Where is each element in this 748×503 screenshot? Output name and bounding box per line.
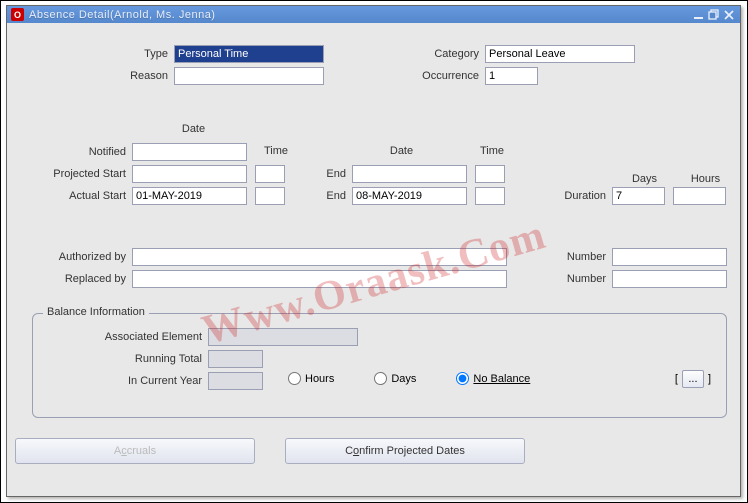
auth-number-field[interactable]: [612, 248, 727, 266]
in-current-year-label: In Current Year: [33, 375, 208, 387]
projected-start-label: Projected Start: [7, 168, 132, 180]
actual-start-label: Actual Start: [7, 190, 132, 202]
category-label: Category: [395, 48, 485, 60]
projected-end-time-field[interactable]: [475, 165, 505, 183]
reason-field[interactable]: [174, 67, 324, 85]
balance-group: Balance Information Associated Element R…: [32, 313, 727, 418]
projected-end-date-field[interactable]: [352, 165, 467, 183]
hours-col-header: Hours: [679, 173, 732, 185]
actual-start-date-field[interactable]: [132, 187, 247, 205]
content-area: Type Category Reason Occurrence Date Tim…: [7, 23, 740, 496]
oracle-icon: O: [11, 8, 24, 21]
actual-end-label: End: [317, 190, 352, 202]
running-total-label: Running Total: [33, 353, 208, 365]
date-col-header-2: Date: [360, 145, 443, 157]
projected-start-date-field[interactable]: [132, 165, 247, 183]
running-total-field[interactable]: [208, 350, 263, 368]
titlebar: O Absence Detail(Arnold, Ms. Jenna): [7, 6, 740, 23]
actual-end-time-field[interactable]: [475, 187, 505, 205]
time-col-header-1: Time: [256, 145, 296, 157]
no-balance-radio[interactable]: No Balance: [456, 372, 530, 385]
authorized-by-label: Authorized by: [7, 251, 132, 263]
no-balance-radio-label: No Balance: [473, 373, 530, 385]
accruals-button[interactable]: Accruals: [15, 438, 255, 464]
type-field[interactable]: [174, 45, 324, 63]
reason-label: Reason: [7, 70, 174, 82]
associated-element-label: Associated Element: [33, 331, 208, 343]
time-col-header-2: Time: [472, 145, 512, 157]
date-col-header-1: Date: [152, 123, 235, 135]
days-col-header: Days: [618, 173, 671, 185]
balance-details-button[interactable]: ...: [682, 370, 704, 388]
bracket-right: ]: [708, 373, 711, 385]
occurrence-field[interactable]: [485, 67, 538, 85]
hours-radio[interactable]: Hours: [288, 372, 334, 385]
close-button[interactable]: [722, 8, 736, 22]
repl-number-label: Number: [547, 273, 612, 285]
in-current-year-field[interactable]: [208, 372, 263, 390]
authorized-by-field[interactable]: [132, 248, 507, 266]
duration-label: Duration: [517, 190, 612, 202]
auth-number-label: Number: [547, 251, 612, 263]
replaced-by-label: Replaced by: [7, 273, 132, 285]
type-label: Type: [7, 48, 174, 60]
restore-button[interactable]: [707, 8, 721, 22]
hours-radio-label: Hours: [305, 373, 334, 385]
minimize-button[interactable]: [692, 8, 706, 22]
days-radio-label: Days: [391, 373, 416, 385]
replaced-by-field[interactable]: [132, 270, 507, 288]
confirm-projected-dates-button[interactable]: Confirm Projected Dates: [285, 438, 525, 464]
window-title: Absence Detail(Arnold, Ms. Jenna): [29, 9, 691, 21]
actual-end-date-field[interactable]: [352, 187, 467, 205]
duration-hours-field[interactable]: [673, 187, 726, 205]
occurrence-label: Occurrence: [395, 70, 485, 82]
projected-start-time-field[interactable]: [255, 165, 285, 183]
notified-date-field[interactable]: [132, 143, 247, 161]
bracket-left: [: [675, 373, 678, 385]
days-radio[interactable]: Days: [374, 372, 416, 385]
notified-label: Notified: [7, 146, 132, 158]
associated-element-field[interactable]: [208, 328, 358, 346]
category-field[interactable]: [485, 45, 635, 63]
balance-group-title: Balance Information: [43, 306, 149, 318]
absence-detail-window: O Absence Detail(Arnold, Ms. Jenna) Type…: [6, 5, 741, 497]
projected-end-label: End: [317, 168, 352, 180]
duration-days-field[interactable]: [612, 187, 665, 205]
actual-start-time-field[interactable]: [255, 187, 285, 205]
repl-number-field[interactable]: [612, 270, 727, 288]
